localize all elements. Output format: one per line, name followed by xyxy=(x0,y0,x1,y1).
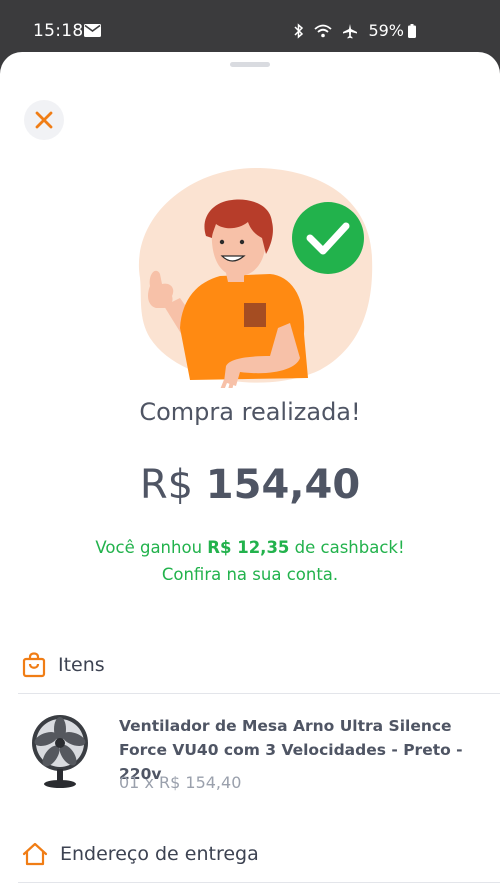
wifi-icon xyxy=(314,24,332,38)
bottom-sheet: Compra realizada! R$ 154,40 Você ganhou … xyxy=(0,52,500,889)
shopping-bag-icon xyxy=(22,652,46,678)
status-bar: 15:18 59% xyxy=(0,0,500,60)
divider xyxy=(18,882,500,883)
cashback-value: R$ 12,35 xyxy=(207,538,290,557)
confirmation-title: Compra realizada! xyxy=(139,398,361,426)
currency-symbol: R$ xyxy=(139,462,194,508)
drag-handle[interactable] xyxy=(230,62,270,67)
product-quantity-price: 01 x R$ 154,40 xyxy=(119,773,242,792)
airplane-icon xyxy=(343,24,357,39)
cashback-message: Você ganhou R$ 12,35 de cashback! Confir… xyxy=(0,534,500,588)
items-section-title: Itens xyxy=(58,654,105,676)
battery-icon xyxy=(408,24,416,38)
status-time: 15:18 xyxy=(33,21,84,41)
items-section-header: Itens xyxy=(22,652,105,678)
cashback-line-2: Confira na sua conta. xyxy=(161,565,339,584)
mail-icon xyxy=(84,24,101,37)
close-button[interactable] xyxy=(24,100,64,140)
home-icon xyxy=(22,842,48,866)
bluetooth-icon xyxy=(294,23,304,39)
amount-value: 154,40 xyxy=(205,462,361,508)
cashback-line-1: Você ganhou R$ 12,35 de cashback! xyxy=(95,538,405,557)
purchase-amount: R$ 154,40 xyxy=(0,462,500,508)
divider xyxy=(18,693,500,694)
address-section-title: Endereço de entrega xyxy=(60,843,259,865)
close-icon xyxy=(35,111,53,129)
battery-percent: 59% xyxy=(368,21,404,40)
product-image xyxy=(32,715,88,788)
success-illustration xyxy=(138,167,373,388)
address-section-header: Endereço de entrega xyxy=(22,842,259,866)
